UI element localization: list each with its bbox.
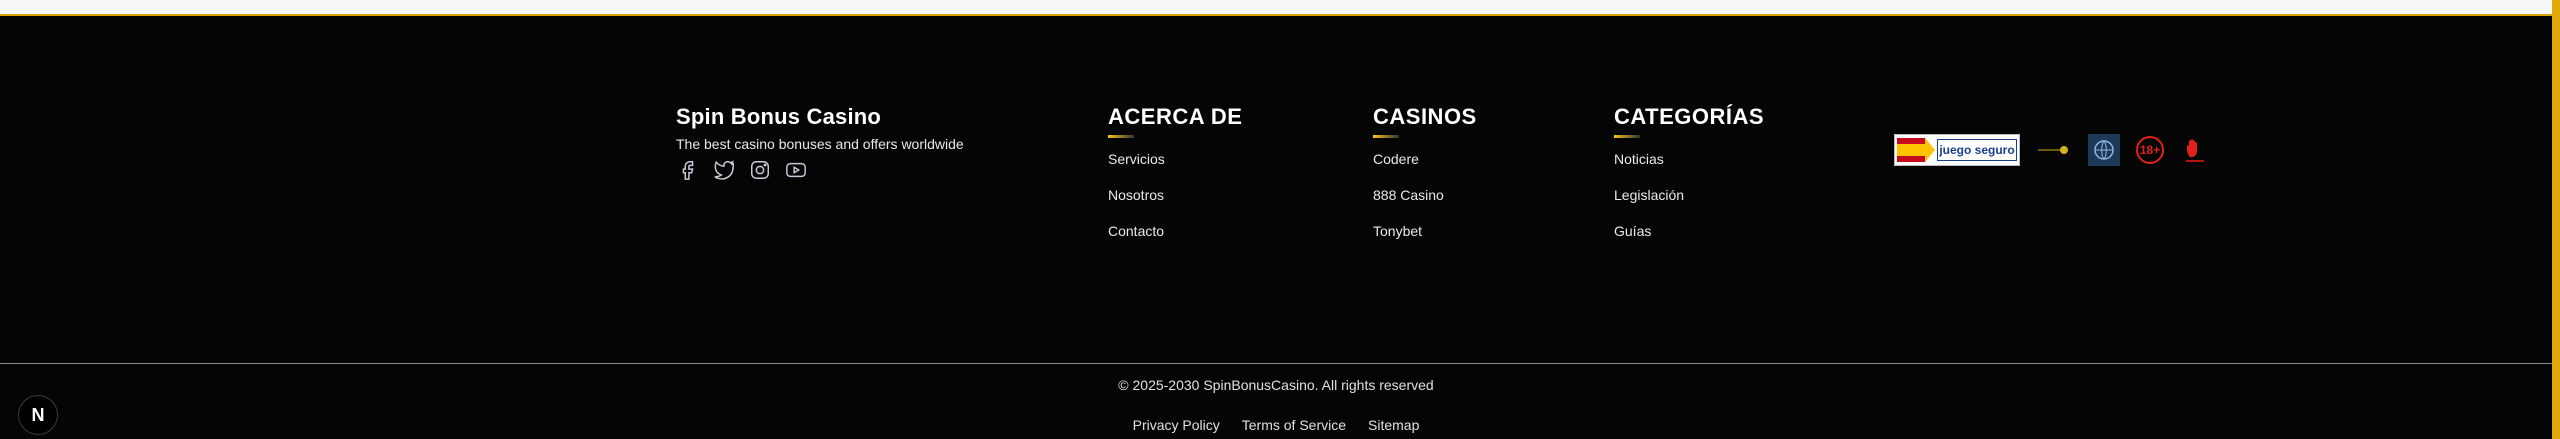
footer-link-legislacion[interactable]: Legislación: [1614, 184, 1764, 220]
juego-seguro-label: juego seguro: [1937, 139, 2017, 161]
arrow-icon: [1925, 138, 1935, 162]
sitemap-link[interactable]: Sitemap: [1368, 417, 1419, 433]
column-title-categories: CATEGORÍAS: [1614, 104, 1765, 129]
footer-brand: Spin Bonus Casino The best casino bonuse…: [676, 104, 964, 182]
column-title-casinos: CASINOS: [1373, 104, 1477, 129]
footer-link-noticias[interactable]: Noticias: [1614, 148, 1764, 184]
footer-link-codere[interactable]: Codere: [1373, 148, 1477, 184]
twitter-icon[interactable]: [712, 158, 736, 182]
scrollbar[interactable]: [2552, 0, 2560, 439]
social-links: [676, 158, 964, 182]
footer-column-about: ACERCA DE Servicios Nosotros Contacto: [1108, 104, 1242, 256]
footer-link-nosotros[interactable]: Nosotros: [1108, 184, 1242, 220]
spain-flag-icon: [1897, 138, 1925, 162]
title-underline: [1373, 135, 1399, 138]
column-title-about: ACERCA DE: [1108, 104, 1243, 129]
page-content-edge: [0, 0, 2552, 16]
terms-of-service-link[interactable]: Terms of Service: [1242, 417, 1346, 433]
age-18-badge[interactable]: 18+: [2136, 136, 2164, 164]
regulator-logo-icon[interactable]: [2036, 141, 2072, 159]
footer-link-contacto[interactable]: Contacto: [1108, 220, 1242, 256]
brand-tagline: The best casino bonuses and offers world…: [676, 136, 964, 152]
footer-divider: [0, 363, 2552, 364]
site-footer: [0, 16, 2552, 363]
footer-link-888-casino[interactable]: 888 Casino: [1373, 184, 1477, 220]
youtube-icon[interactable]: [784, 158, 808, 182]
brand-name[interactable]: Spin Bonus Casino: [676, 104, 964, 130]
responsible-gaming-badges: juego seguro 18+: [1894, 134, 2210, 166]
copyright-text: © 2025-2030 SpinBonusCasino. All rights …: [1118, 377, 1434, 393]
instagram-icon[interactable]: [748, 158, 772, 182]
privacy-policy-link[interactable]: Privacy Policy: [1133, 417, 1220, 433]
footer-link-tonybet[interactable]: Tonybet: [1373, 220, 1477, 256]
footer-column-categories: CATEGORÍAS Noticias Legislación Guías: [1614, 104, 1764, 256]
stop-hand-icon[interactable]: [2180, 134, 2210, 166]
dev-tools-badge[interactable]: N: [18, 395, 58, 435]
globe-seal-icon[interactable]: [2088, 134, 2120, 166]
footer-link-servicios[interactable]: Servicios: [1108, 148, 1242, 184]
title-underline: [1614, 135, 1640, 138]
legal-links: Privacy Policy Terms of Service Sitemap: [0, 417, 2552, 433]
footer-link-guias[interactable]: Guías: [1614, 220, 1764, 256]
facebook-icon[interactable]: [676, 158, 700, 182]
footer-column-casinos: CASINOS Codere 888 Casino Tonybet: [1373, 104, 1477, 256]
juego-seguro-badge[interactable]: juego seguro: [1894, 134, 2020, 166]
title-underline: [1108, 135, 1134, 138]
